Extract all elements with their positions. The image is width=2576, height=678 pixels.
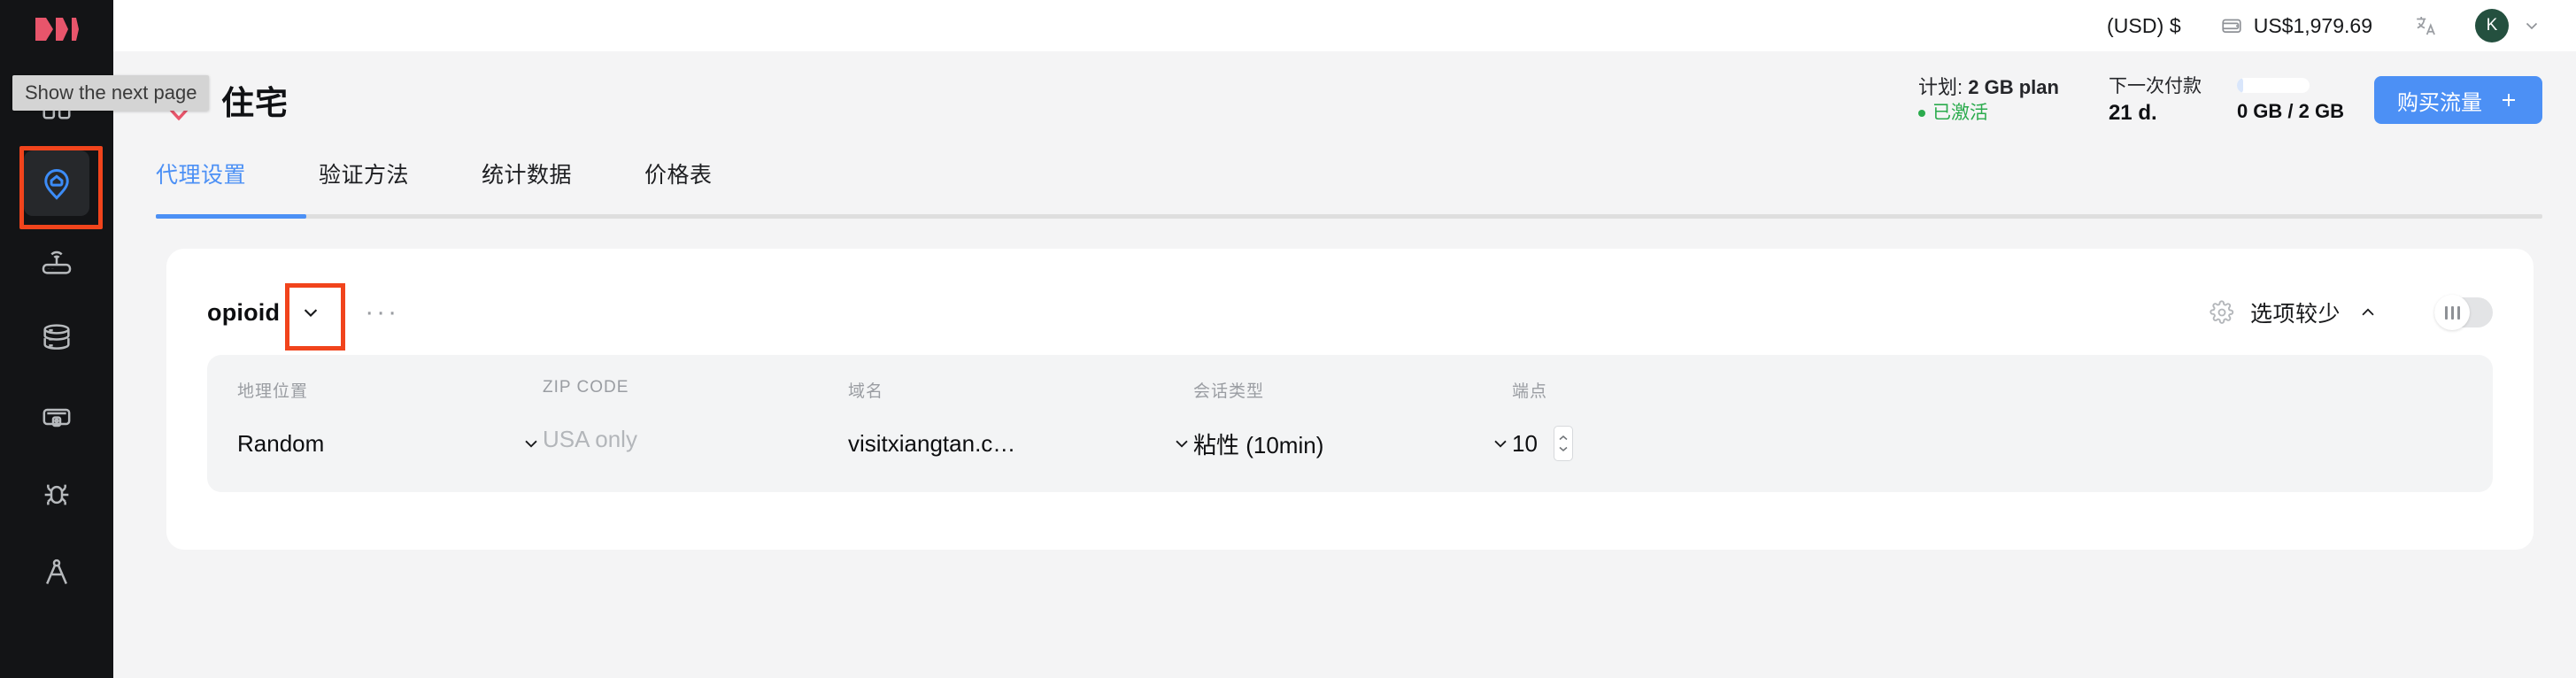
status-badge: 已激活	[1932, 103, 1989, 123]
field-domain: 域名 visitxiangtan.c…	[848, 378, 1193, 462]
field-label: 地理位置	[237, 382, 309, 401]
plan-label: 计划:	[1918, 76, 1963, 98]
chevron-down-icon[interactable]	[1466, 432, 1512, 455]
plan-info: 计划: 2 GB plan 已激活	[1918, 74, 2059, 126]
tab-pricing[interactable]: 价格表	[644, 149, 713, 189]
endpoints-value[interactable]: 10	[1512, 430, 1538, 458]
proxy-enable-toggle[interactable]	[2434, 295, 2493, 330]
page-header: 住宅 计划: 2 GB plan 已激活 下一次付款 21 d. 0 GB / …	[113, 51, 2576, 149]
sidebar-item-bug[interactable]	[24, 462, 89, 528]
brand-logo-icon	[35, 18, 79, 41]
session-type-select[interactable]: 粘性 (10min)	[1193, 425, 1512, 462]
residential-icon	[44, 168, 69, 200]
toggle-knob	[2434, 295, 2470, 330]
stepper-up-icon[interactable]	[1558, 435, 1569, 442]
zip-code-input[interactable]: USA only	[543, 426, 637, 453]
field-endpoints: 端点 10	[1512, 378, 1654, 462]
field-label: 会话类型	[1193, 382, 1265, 401]
proxy-card-header: opioid ··· 选项较少	[207, 275, 2493, 351]
wallet-icon	[2222, 19, 2241, 34]
field-session-type: 会话类型 粘性 (10min)	[1193, 378, 1512, 462]
proxy-settings-form: 地理位置 Random ZIP CODE USA only 域名 visitxi…	[207, 355, 2493, 492]
plan-status: 已激活	[1918, 101, 2059, 126]
geo-location-value: Random	[237, 429, 325, 457]
brand-logo[interactable]	[34, 9, 80, 50]
plus-icon	[2503, 94, 2515, 106]
chevron-down-icon[interactable]	[497, 432, 543, 455]
plan-name: 2 GB plan	[1968, 76, 2059, 98]
chevron-up-icon	[2362, 308, 2374, 316]
sidebar-item-residential[interactable]	[19, 146, 103, 229]
field-label: 端点	[1512, 382, 1548, 401]
mobile-proxy-icon	[42, 408, 71, 428]
field-zip-code: ZIP CODE USA only	[543, 378, 848, 458]
buy-traffic-button[interactable]: 购买流量	[2374, 76, 2542, 124]
sidebar-item-datacenter[interactable]	[24, 306, 89, 372]
top-bar: (USD) $ US$1,979.69 K	[113, 0, 2576, 51]
field-label: 域名	[848, 382, 884, 401]
chevron-down-icon[interactable]	[1147, 432, 1193, 455]
stepper-down-icon[interactable]	[1558, 445, 1569, 452]
gear-icon	[2210, 300, 2234, 324]
bug-icon	[44, 484, 69, 505]
tab-rule	[156, 214, 2542, 219]
tabs-section: 代理设置 验证方法 统计数据 价格表	[113, 149, 2576, 219]
proxy-card-header-right: 选项较少	[2210, 295, 2493, 330]
router-icon	[42, 250, 72, 274]
plan-label-row: 计划: 2 GB plan	[1918, 74, 2059, 101]
domain-value: visitxiangtan.c…	[848, 429, 1016, 457]
usage-progress-bar	[2236, 77, 2310, 93]
session-type-value: 粘性 (10min)	[1193, 431, 1324, 458]
sidebar-item-router[interactable]	[24, 228, 89, 294]
sidebar-item-compass[interactable]	[24, 540, 89, 605]
traffic-usage: 0 GB / 2 GB	[2236, 77, 2344, 123]
tab-active-indicator	[156, 214, 306, 219]
wallet-balance[interactable]: US$1,979.69	[2220, 14, 2372, 38]
status-dot	[1918, 110, 1926, 117]
buy-traffic-label: 购买流量	[2397, 90, 2482, 115]
compass-icon	[46, 559, 67, 584]
fewer-options-toggle[interactable]: 选项较少	[2210, 297, 2379, 328]
page-title: 住宅	[221, 85, 289, 121]
field-label: ZIP CODE	[543, 378, 629, 397]
proxy-more-menu[interactable]: ···	[365, 299, 399, 326]
wallet-balance-value: US$1,979.69	[2253, 13, 2372, 37]
currency-selector[interactable]: (USD) $	[2107, 14, 2181, 38]
proxy-name: opioid	[207, 298, 281, 326]
tooltip: Show the next page	[12, 75, 210, 111]
zip-code-input-wrap[interactable]: USA only	[543, 420, 848, 458]
plan-summary: 计划: 2 GB plan 已激活 下一次付款 21 d. 0 GB / 2 G…	[1918, 73, 2542, 127]
sidebar-item-mobile-proxy[interactable]	[24, 384, 89, 450]
next-payment-value: 21 d.	[2108, 101, 2157, 125]
chevron-down-icon	[305, 309, 318, 317]
avatar: K	[2475, 9, 2509, 42]
tab-auth-methods[interactable]: 验证方法	[319, 149, 409, 189]
main-content: (USD) $ US$1,979.69 K 住宅 计划: 2 GB plan 已…	[113, 0, 2576, 678]
chevron-down-icon	[2526, 22, 2538, 30]
language-switcher[interactable]	[2413, 13, 2438, 38]
user-menu[interactable]: K	[2475, 9, 2542, 42]
sidebar-nav	[0, 73, 113, 618]
domain-select[interactable]: visitxiangtan.c…	[848, 425, 1193, 462]
datacenter-icon	[43, 324, 70, 350]
usage-progress-fill	[2236, 77, 2244, 93]
next-payment: 下一次付款 21 d.	[2109, 73, 2202, 127]
tab-statistics[interactable]: 统计数据	[482, 149, 572, 189]
toggle-grip-bar	[2450, 305, 2454, 320]
toggle-grip-bar	[2456, 305, 2460, 320]
tab-list: 代理设置 验证方法 统计数据 价格表	[156, 149, 2542, 214]
usage-text: 0 GB / 2 GB	[2236, 99, 2344, 122]
next-payment-label: 下一次付款	[2108, 76, 2202, 96]
toggle-grip-bar	[2444, 305, 2448, 320]
proxy-name-dropdown-button[interactable]	[285, 283, 346, 351]
proxy-card: opioid ··· 选项较少 地理位置 Random ZIP CODE USA…	[166, 249, 2534, 550]
translate-icon	[2417, 16, 2435, 35]
fewer-options-label: 选项较少	[2249, 302, 2341, 327]
quantity-stepper[interactable]	[1553, 426, 1573, 461]
field-geo-location: 地理位置 Random	[237, 378, 543, 462]
geo-location-select[interactable]: Random	[237, 425, 543, 462]
tab-proxy-settings[interactable]: 代理设置	[156, 149, 246, 189]
endpoints-stepper[interactable]: 10	[1512, 425, 1654, 462]
